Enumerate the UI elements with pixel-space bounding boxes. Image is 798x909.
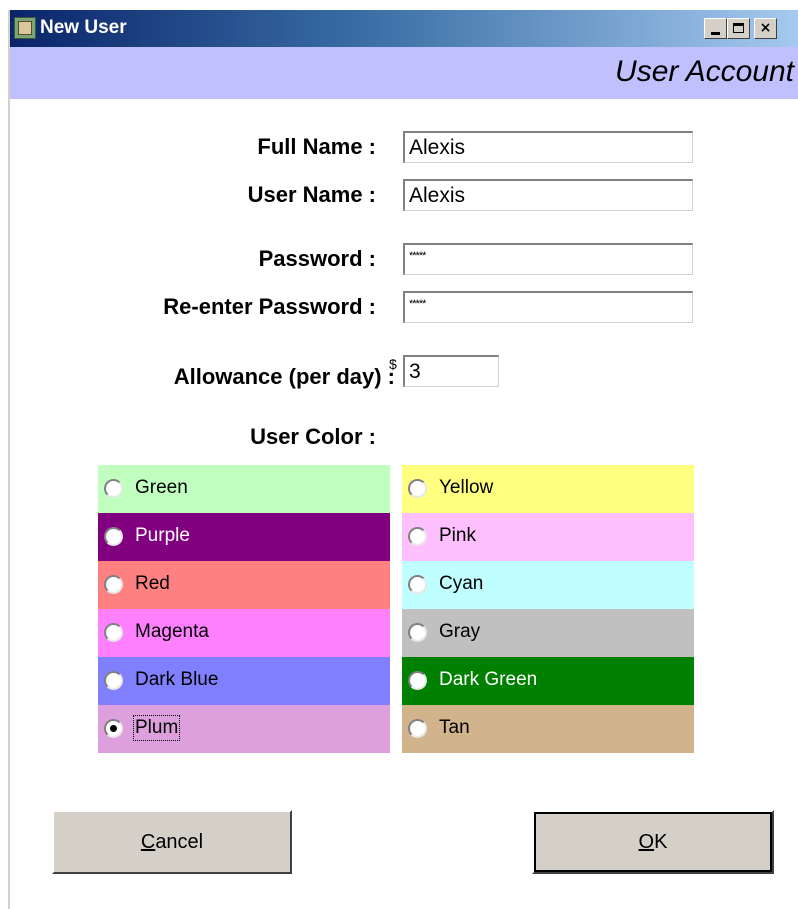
radio-tan[interactable] xyxy=(408,719,427,738)
color-label-yellow: Yellow xyxy=(439,477,494,498)
color-label-purple: Purple xyxy=(135,525,190,546)
header-title: User Account xyxy=(615,55,794,88)
color-label-tan: Tan xyxy=(439,717,470,738)
minimize-icon xyxy=(711,32,720,35)
radio-red[interactable] xyxy=(104,575,123,594)
ok-mnemonic: O xyxy=(638,831,655,853)
full-name-label: Full Name : xyxy=(257,134,376,159)
radio-dark-blue[interactable] xyxy=(104,671,123,690)
password-input[interactable]: ***** xyxy=(403,243,693,275)
color-label-gray: Gray xyxy=(439,621,481,642)
radio-dot-icon xyxy=(110,725,117,732)
radio-yellow[interactable] xyxy=(408,479,427,498)
maximize-button[interactable] xyxy=(727,18,750,39)
header-band: User Account xyxy=(10,47,798,99)
allowance-label: Allowance (per day) : xyxy=(173,364,395,389)
title-bar[interactable]: New User × xyxy=(10,10,798,47)
radio-magenta[interactable] xyxy=(104,623,123,642)
color-option-dark-blue[interactable]: Dark Blue xyxy=(98,657,390,705)
color-option-magenta[interactable]: Magenta xyxy=(98,609,390,657)
allowance-input[interactable]: 3 xyxy=(403,355,499,387)
color-option-purple[interactable]: Purple xyxy=(98,513,390,561)
color-option-yellow[interactable]: Yellow xyxy=(402,465,694,513)
radio-pink[interactable] xyxy=(408,527,427,546)
user-color-label: User Color : xyxy=(250,424,376,449)
color-label-pink: Pink xyxy=(439,525,476,546)
color-label-magenta: Magenta xyxy=(135,621,209,642)
radio-dark-green[interactable] xyxy=(408,671,427,690)
color-option-green[interactable]: Green xyxy=(98,465,390,513)
color-label-dark-blue: Dark Blue xyxy=(135,669,219,690)
color-option-plum[interactable]: Plum xyxy=(98,705,390,753)
minimize-button[interactable] xyxy=(704,18,727,39)
color-option-dark-green[interactable]: Dark Green xyxy=(402,657,694,705)
user-name-label: User Name : xyxy=(247,182,376,207)
color-label-cyan: Cyan xyxy=(439,573,484,594)
color-option-pink[interactable]: Pink xyxy=(402,513,694,561)
cancel-label: ancel xyxy=(155,831,204,853)
color-option-red[interactable]: Red xyxy=(98,561,390,609)
ok-button[interactable]: OK xyxy=(532,810,774,874)
cancel-button[interactable]: Cancel xyxy=(52,810,292,874)
radio-purple[interactable] xyxy=(104,527,123,546)
close-icon: × xyxy=(759,20,772,36)
radio-gray[interactable] xyxy=(408,623,427,642)
color-option-gray[interactable]: Gray xyxy=(402,609,694,657)
color-option-tan[interactable]: Tan xyxy=(402,705,694,753)
cancel-mnemonic: C xyxy=(140,831,156,853)
color-label-plum: Plum xyxy=(132,715,181,741)
user-name-input[interactable]: Alexis xyxy=(403,179,693,211)
close-button[interactable]: × xyxy=(754,18,777,39)
color-option-cyan[interactable]: Cyan xyxy=(402,561,694,609)
app-icon xyxy=(14,17,36,39)
color-label-red: Red xyxy=(135,573,170,594)
window-title: New User xyxy=(40,17,127,38)
password-label: Password : xyxy=(258,246,376,271)
radio-green[interactable] xyxy=(104,479,123,498)
new-user-dialog: New User × User Account Full Name : Alex… xyxy=(8,10,798,909)
currency-symbol: $ xyxy=(389,356,397,372)
ok-label: K xyxy=(654,831,668,853)
radio-cyan[interactable] xyxy=(408,575,427,594)
maximize-icon xyxy=(733,23,744,33)
reenter-password-label: Re-enter Password : xyxy=(163,294,376,319)
color-label-green: Green xyxy=(135,477,188,498)
color-label-dark-green: Dark Green xyxy=(439,669,538,690)
reenter-password-input[interactable]: ***** xyxy=(403,291,693,323)
full-name-input[interactable]: Alexis xyxy=(403,131,693,163)
radio-plum[interactable] xyxy=(104,719,123,738)
